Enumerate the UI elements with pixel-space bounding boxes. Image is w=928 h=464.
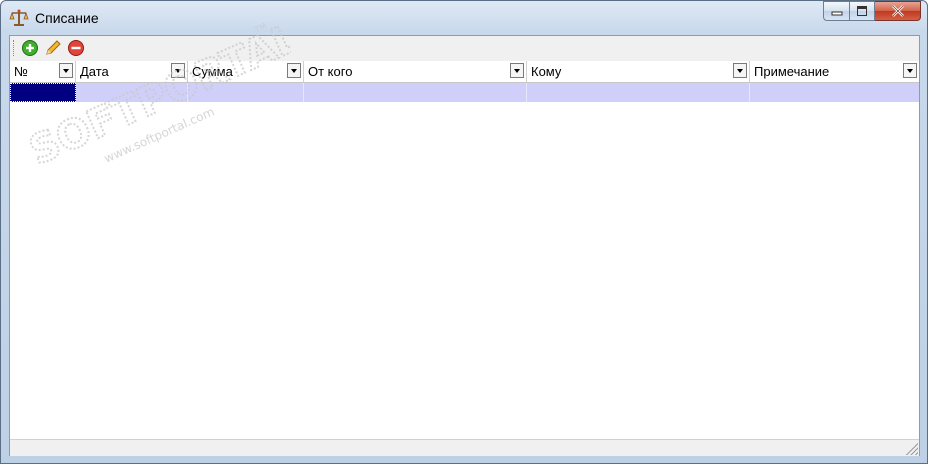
column-label: № xyxy=(14,64,28,79)
column-filter-dropdown[interactable] xyxy=(287,63,301,78)
column-header-sum[interactable]: Сумма xyxy=(188,61,304,82)
column-label: Дата xyxy=(80,64,109,79)
column-filter-dropdown[interactable] xyxy=(903,63,917,78)
grid-header: № Дата Сумма От кого Кому Примечание xyxy=(10,61,919,83)
client-area: № Дата Сумма От кого Кому Примечание xyxy=(9,35,920,456)
close-button[interactable] xyxy=(875,1,921,21)
toolbar-grip[interactable] xyxy=(13,40,16,56)
delete-button[interactable] xyxy=(67,39,85,57)
scales-icon xyxy=(9,9,29,26)
column-filter-dropdown[interactable] xyxy=(171,63,185,78)
table-cell-sum[interactable] xyxy=(188,83,304,102)
column-header-to[interactable]: Кому xyxy=(527,61,750,82)
column-label: От кого xyxy=(308,64,353,79)
title-bar[interactable]: Списание xyxy=(1,1,927,35)
column-filter-dropdown[interactable] xyxy=(510,63,524,78)
column-filter-dropdown[interactable] xyxy=(733,63,747,78)
table-row[interactable] xyxy=(10,83,919,102)
table-cell-date[interactable] xyxy=(76,83,188,102)
resize-grip-icon[interactable] xyxy=(906,443,918,455)
column-header-from[interactable]: От кого xyxy=(304,61,527,82)
window: Списание № Дата Сумма От кого Кому Приме… xyxy=(0,0,928,464)
table-cell-note[interactable] xyxy=(750,83,919,102)
close-icon xyxy=(891,5,904,17)
column-header-date[interactable]: Дата xyxy=(76,61,188,82)
column-filter-dropdown[interactable] xyxy=(59,63,73,78)
add-button[interactable] xyxy=(21,39,39,57)
pencil-icon[interactable] xyxy=(44,39,62,57)
table-cell-from[interactable] xyxy=(304,83,527,102)
column-header-note[interactable]: Примечание xyxy=(750,61,919,82)
maximize-button[interactable] xyxy=(849,1,875,21)
status-bar xyxy=(10,439,919,456)
column-label: Примечание xyxy=(754,64,830,79)
table-cell-number[interactable] xyxy=(10,83,76,102)
column-header-number[interactable]: № xyxy=(10,61,76,82)
window-title: Списание xyxy=(35,10,99,26)
minimize-icon xyxy=(831,11,842,16)
table-cell-to[interactable] xyxy=(527,83,750,102)
maximize-icon xyxy=(857,6,867,16)
minimize-button[interactable] xyxy=(823,1,849,21)
column-label: Сумма xyxy=(192,64,233,79)
column-label: Кому xyxy=(531,64,562,79)
toolbar xyxy=(10,36,919,62)
